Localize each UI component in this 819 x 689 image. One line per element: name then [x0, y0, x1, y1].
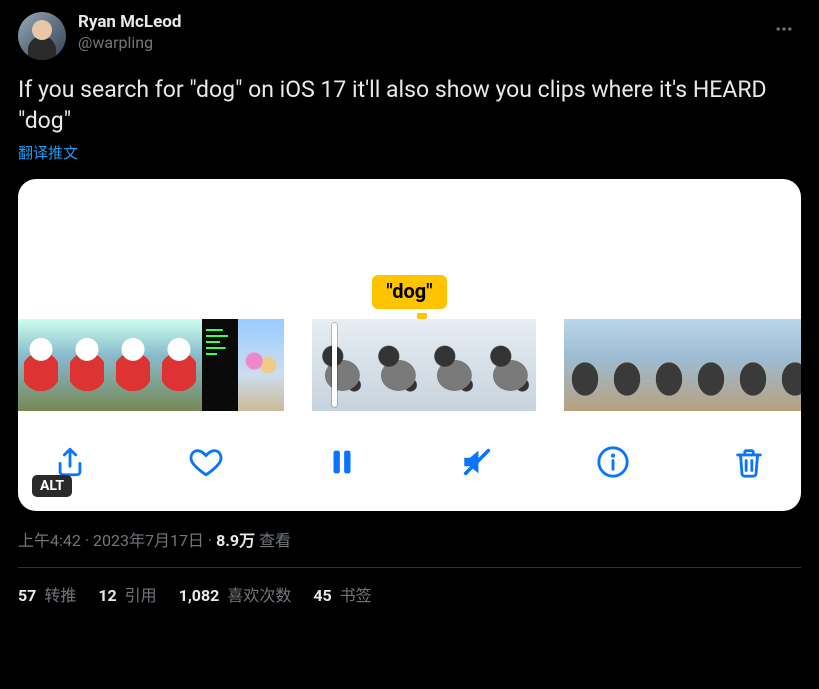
video-timeline[interactable]: [18, 319, 801, 411]
heart-icon: [189, 445, 223, 479]
mute-icon: [460, 445, 494, 479]
thumbnail: [774, 319, 801, 411]
view-label: 查看: [255, 531, 291, 550]
thumbnail: [312, 319, 368, 411]
thumbnail: [368, 319, 424, 411]
thumbnail: [690, 319, 732, 411]
clip-group-1[interactable]: [18, 319, 284, 411]
info-button[interactable]: [591, 440, 635, 484]
pause-button[interactable]: [320, 440, 364, 484]
thumbnail: [18, 319, 64, 411]
more-icon: [774, 19, 794, 39]
tweet-text: If you search for "dog" on iOS 17 it'll …: [18, 74, 801, 136]
thumbnail: [480, 319, 536, 411]
info-icon: [596, 445, 630, 479]
user-handle: @warpling: [78, 33, 181, 53]
thumbnail: [202, 319, 238, 411]
media-top-space: [18, 179, 801, 275]
tweet-container: Ryan McLeod @warpling If you search for …: [0, 0, 819, 618]
tweet-header: Ryan McLeod @warpling: [18, 12, 801, 60]
media-card[interactable]: "dog": [18, 179, 801, 511]
thumbnail: [156, 319, 202, 411]
clip-group-3[interactable]: [564, 319, 801, 411]
alt-badge[interactable]: ALT: [32, 475, 72, 497]
media-toolbar: [18, 411, 801, 495]
thumbnail: [606, 319, 648, 411]
view-count: 8.9万: [216, 531, 255, 550]
retweets-stat[interactable]: 57 转推: [18, 582, 76, 606]
like-button[interactable]: [184, 440, 228, 484]
avatar[interactable]: [18, 12, 66, 60]
likes-stat[interactable]: 1,082 喜欢次数: [179, 582, 292, 606]
caption-bubble: "dog": [372, 275, 446, 309]
trash-icon: [732, 445, 766, 479]
pause-icon: [325, 445, 359, 479]
bookmarks-stat[interactable]: 45 书签: [313, 582, 371, 606]
stats-row: 57 转推 12 引用 1,082 喜欢次数 45 书签: [18, 582, 801, 606]
display-name: Ryan McLeod: [78, 12, 181, 33]
more-button[interactable]: [767, 12, 801, 46]
mute-button[interactable]: [455, 440, 499, 484]
delete-button[interactable]: [727, 440, 771, 484]
translate-link[interactable]: 翻译推文: [18, 142, 801, 163]
quotes-stat[interactable]: 12 引用: [98, 582, 156, 606]
share-icon: [53, 445, 87, 479]
thumbnail: [64, 319, 110, 411]
thumbnail: [110, 319, 156, 411]
thumbnail: [424, 319, 480, 411]
user-names[interactable]: Ryan McLeod @warpling: [78, 12, 181, 53]
playhead[interactable]: [332, 323, 337, 407]
thumbnail: [648, 319, 690, 411]
thumbnail: [564, 319, 606, 411]
meta-line: 上午4:42 · 2023年7月17日 · 8.9万 查看: [18, 527, 801, 551]
caption-row: "dog": [18, 275, 801, 309]
tweet-time[interactable]: 上午4:42: [18, 531, 81, 550]
thumbnail: [238, 319, 284, 411]
thumbnail: [732, 319, 774, 411]
divider: [18, 567, 801, 568]
clip-group-2[interactable]: [312, 319, 536, 411]
tweet-date[interactable]: 2023年7月17日: [93, 531, 204, 550]
